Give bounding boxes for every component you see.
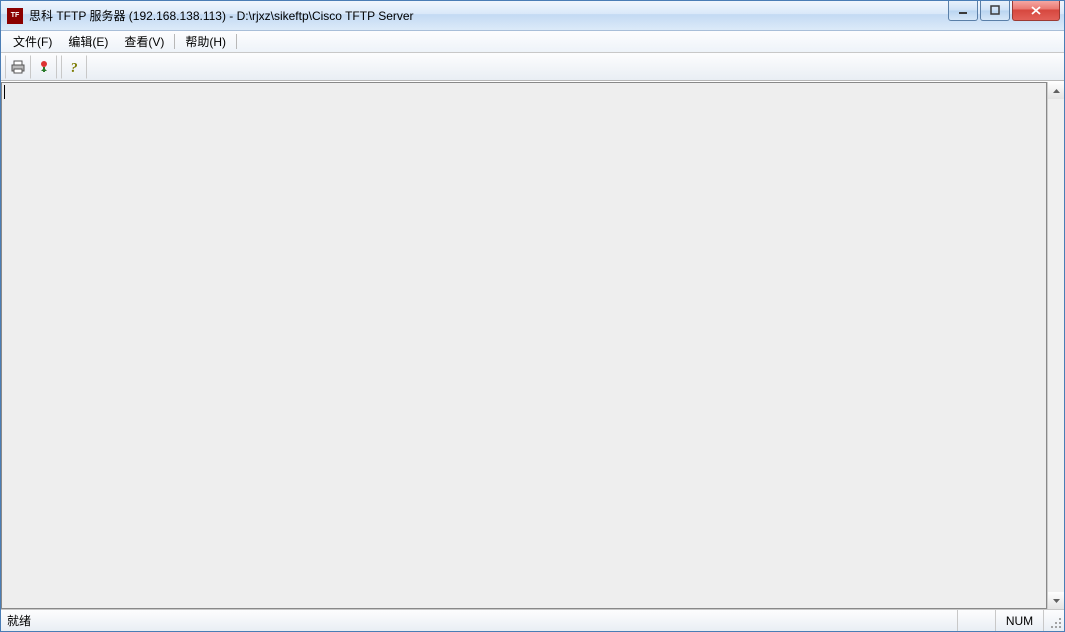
scroll-up-button[interactable] [1048,82,1064,99]
maximize-icon [990,5,1001,16]
maximize-button[interactable] [980,1,1010,21]
menu-view[interactable]: 查看(V) [116,31,172,52]
close-button[interactable] [1012,1,1060,21]
status-pane-1 [958,610,996,631]
minimize-button[interactable] [948,1,978,21]
titlebar[interactable]: TF 思科 TFTP 服务器 (192.168.138.113) - D:\rj… [1,1,1064,31]
menu-edit[interactable]: 编辑(E) [60,31,116,52]
toolbar-options-button[interactable] [31,55,57,79]
options-icon [36,59,52,75]
log-textarea[interactable] [1,82,1047,609]
menu-separator [236,34,237,49]
status-numlock: NUM [996,610,1044,631]
window-title: 思科 TFTP 服务器 (192.168.138.113) - D:\rjxz\… [29,7,948,24]
scroll-down-button[interactable] [1048,592,1064,609]
menu-separator [174,34,175,49]
resize-grip-icon [1050,617,1062,629]
status-ready: 就绪 [1,610,958,631]
vertical-scrollbar[interactable] [1047,82,1064,609]
help-icon: ? [66,59,82,75]
content-area [1,81,1064,609]
print-icon [10,59,26,75]
chevron-up-icon [1053,89,1060,93]
chevron-down-icon [1053,599,1060,603]
scroll-track[interactable] [1048,99,1064,592]
menu-help[interactable]: 帮助(H) [177,31,234,52]
application-window: TF 思科 TFTP 服务器 (192.168.138.113) - D:\rj… [0,0,1065,632]
menubar: 文件(F) 编辑(E) 查看(V) 帮助(H) [1,31,1064,53]
close-icon [1030,5,1042,16]
toolbar-help-button[interactable]: ? [61,55,87,79]
toolbar: ? [1,53,1064,81]
minimize-icon [958,5,969,16]
app-icon: TF [7,8,23,24]
toolbar-print-button[interactable] [5,55,31,79]
text-caret [4,85,5,99]
menu-file[interactable]: 文件(F) [5,31,60,52]
resize-grip[interactable] [1044,610,1064,631]
statusbar: 就绪 NUM [1,609,1064,631]
window-controls [948,1,1064,30]
svg-text:?: ? [71,61,78,75]
